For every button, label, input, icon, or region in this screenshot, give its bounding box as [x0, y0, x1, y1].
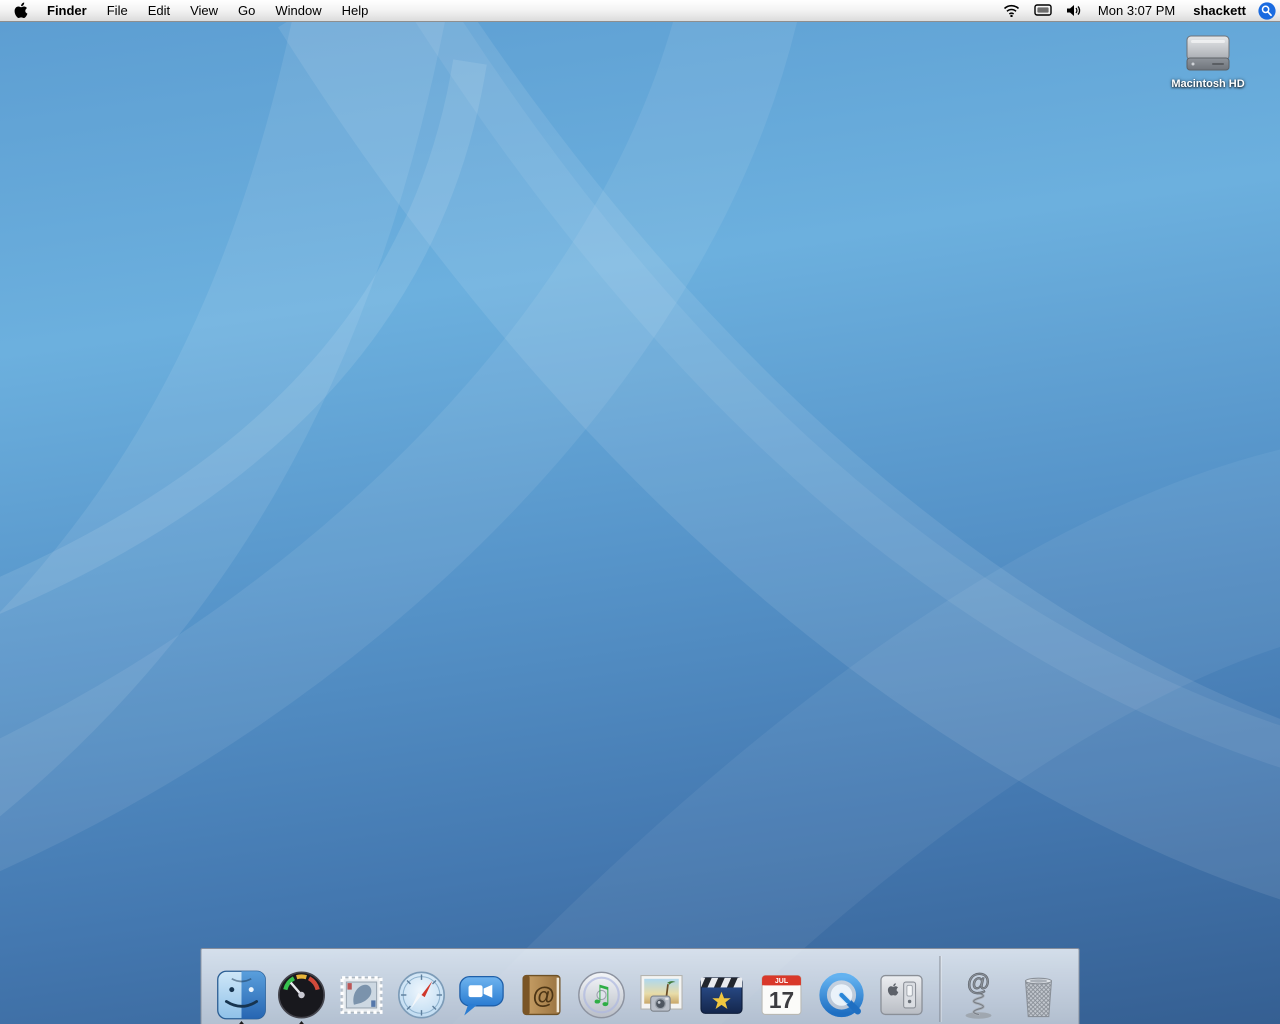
quicktime-icon [815, 968, 869, 1022]
dock: @ ♫ [201, 948, 1080, 1024]
desktop-icon-label: Macintosh HD [1171, 78, 1244, 90]
ical-icon: JUL 17 [755, 968, 809, 1022]
spotlight-icon [1258, 2, 1276, 20]
displays-icon [1034, 4, 1052, 17]
user-switch-menu[interactable]: shackett [1183, 0, 1256, 21]
volume-menu-extra[interactable] [1059, 0, 1090, 21]
dock-item-ical[interactable]: JUL 17 [752, 960, 812, 1022]
dock-item-itunes[interactable]: ♫ [572, 960, 632, 1022]
menu-item-file[interactable]: File [97, 0, 138, 21]
trash-icon [1012, 968, 1066, 1022]
svg-text:@: @ [533, 983, 555, 1009]
dock-item-imovie[interactable] [692, 960, 752, 1022]
menu-item-window[interactable]: Window [265, 0, 331, 21]
menu-bar: Finder File Edit View Go Window Help [0, 0, 1280, 22]
apple-menu[interactable] [0, 0, 37, 21]
dock-item-system-preferences[interactable] [872, 960, 932, 1022]
itunes-icon: ♫ [575, 968, 629, 1022]
menu-item-edit[interactable]: Edit [138, 0, 180, 21]
ical-day-text: 17 [769, 987, 794, 1013]
menu-item-finder[interactable]: Finder [37, 0, 97, 21]
ical-month-text: JUL [775, 978, 789, 985]
hard-drive-icon [1182, 30, 1234, 76]
address-book-icon: @ [515, 968, 569, 1022]
desktop-icon-macintosh-hd[interactable]: Macintosh HD [1154, 30, 1262, 90]
mail-icon [335, 968, 389, 1022]
wifi-menu-extra[interactable] [996, 0, 1027, 21]
menu-item-help[interactable]: Help [332, 0, 379, 21]
dock-item-address-book[interactable]: @ [512, 960, 572, 1022]
dock-separator [940, 956, 941, 1022]
ichat-icon [455, 968, 509, 1022]
dock-item-dashboard[interactable] [272, 960, 332, 1022]
desktop-background: Macintosh HD [0, 22, 1280, 1024]
volume-icon [1066, 4, 1083, 17]
system-preferences-icon [875, 968, 929, 1022]
clock-menu-extra[interactable]: Mon 3:07 PM [1090, 0, 1183, 21]
dock-item-finder[interactable] [212, 960, 272, 1022]
dock-item-mail[interactable] [332, 960, 392, 1022]
menu-item-go[interactable]: Go [228, 0, 265, 21]
dock-item-iphoto[interactable] [632, 960, 692, 1022]
displays-menu-extra[interactable] [1027, 0, 1059, 21]
svg-text:♫: ♫ [590, 981, 613, 1011]
svg-text:@: @ [967, 970, 990, 997]
spotlight-button[interactable] [1256, 0, 1278, 21]
apple-logo-icon [14, 2, 28, 19]
at-spring-icon: @ [952, 968, 1006, 1022]
dock-item-safari[interactable] [392, 960, 452, 1022]
dock-item-ichat[interactable] [452, 960, 512, 1022]
wallpaper-swoosh-art [0, 22, 1280, 1024]
dock-item-at-spring-link[interactable]: @ [949, 960, 1009, 1022]
finder-icon [215, 968, 269, 1022]
wifi-icon [1003, 4, 1020, 17]
safari-icon [395, 968, 449, 1022]
iphoto-icon [635, 968, 689, 1022]
menu-item-view[interactable]: View [180, 0, 228, 21]
dock-item-trash[interactable] [1009, 960, 1069, 1022]
imovie-icon [695, 968, 749, 1022]
dock-item-quicktime[interactable] [812, 960, 872, 1022]
dashboard-icon [275, 968, 329, 1022]
